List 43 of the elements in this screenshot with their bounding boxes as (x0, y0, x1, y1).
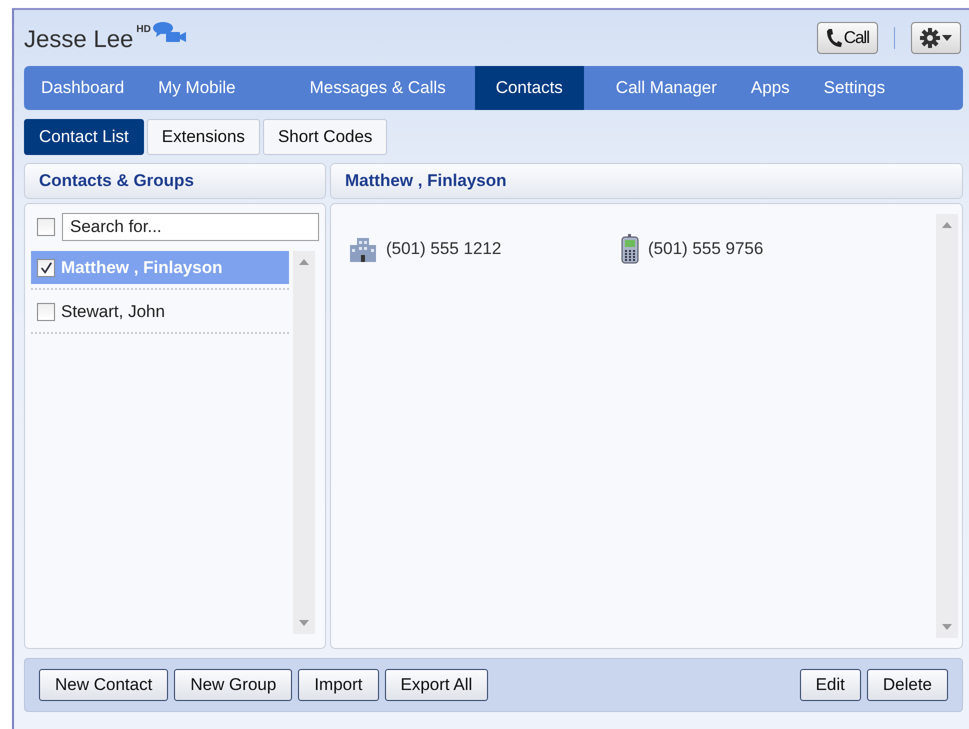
action-button[interactable]: Delete (866, 669, 948, 701)
checkbox[interactable] (37, 258, 55, 276)
action-button[interactable]: Edit (800, 669, 861, 701)
nav-tab[interactable]: Call Manager (598, 66, 734, 110)
action-button[interactable]: Import (298, 669, 378, 701)
panel-header: Contacts & Groups (24, 163, 326, 199)
gear-icon (920, 28, 940, 48)
user-name: Jesse Lee (24, 26, 134, 54)
panel-header: Matthew , Finlayson (330, 163, 963, 199)
settings-menu-button[interactable] (911, 22, 961, 54)
phone-number: (501) 555 1212 (386, 239, 502, 259)
scrollbar[interactable] (936, 214, 958, 638)
chat-video-icon (152, 22, 187, 44)
sub-tab[interactable]: Short Codes (262, 119, 388, 155)
phone-icon (826, 28, 842, 48)
contact-name: Stewart, John (61, 302, 165, 322)
nav-tab[interactable]: My Mobile (141, 66, 253, 110)
call-button[interactable]: Call (816, 22, 878, 54)
phone-number: (501) 555 9756 (648, 239, 764, 259)
checkbox[interactable] (37, 302, 55, 320)
nav-tab[interactable]: Apps (734, 66, 807, 110)
scroll-down-icon[interactable] (942, 624, 952, 630)
search-field[interactable]: Search for... (62, 213, 319, 241)
scroll-up-icon[interactable] (942, 222, 952, 228)
nav-tab[interactable]: Dashboard (24, 66, 142, 110)
hd-label: HD (136, 24, 151, 35)
scroll-down-icon[interactable] (299, 620, 309, 626)
mobile-phone-icon (621, 234, 639, 264)
action-button[interactable]: Export All (384, 669, 488, 701)
nav-tab[interactable]: Settings (806, 66, 902, 110)
sub-tab[interactable]: Contact List (24, 119, 144, 155)
checkbox[interactable] (37, 218, 55, 236)
action-button[interactable]: New Contact (39, 669, 168, 701)
contact-name: Matthew , Finlayson (61, 258, 223, 278)
contact-item[interactable]: Stewart, John (31, 295, 289, 328)
nav-tab[interactable]: Contacts (474, 66, 584, 110)
scroll-up-icon[interactable] (299, 259, 309, 265)
scrollbar[interactable] (293, 251, 315, 634)
caret-icon (942, 35, 952, 41)
sub-tab[interactable]: Extensions (146, 119, 260, 155)
nav-tab[interactable]: Messages & Calls (292, 66, 463, 110)
building-icon (349, 236, 377, 262)
action-button[interactable]: New Group (174, 669, 292, 701)
